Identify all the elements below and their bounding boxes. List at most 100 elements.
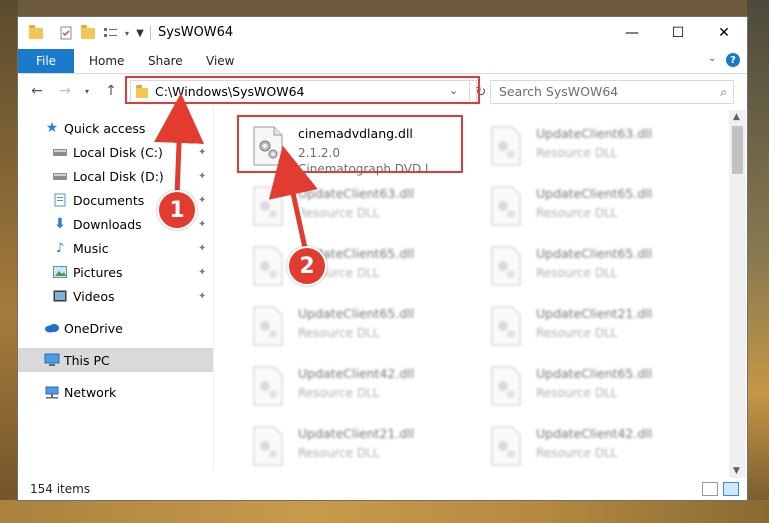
sidebar-item-music[interactable]: ♪ Music ✦	[18, 236, 213, 260]
computer-icon	[44, 352, 60, 368]
file-type: Resource DLL	[536, 326, 618, 340]
tab-file[interactable]: File	[18, 49, 74, 73]
dll-file-icon	[253, 426, 283, 466]
file-name: UpdateClient21.dll	[298, 426, 415, 441]
details-view-icon[interactable]	[702, 482, 718, 496]
maximize-button[interactable]: ☐	[655, 17, 701, 49]
file-type: Resource DLL	[298, 386, 380, 400]
scroll-up-icon[interactable]: ▲	[733, 112, 740, 122]
ribbon-tabs: File Home Share View ⌄ ?	[18, 49, 747, 74]
sidebar-item-pictures[interactable]: Pictures ✦	[18, 260, 213, 284]
sidebar-item-videos[interactable]: Videos ✦	[18, 284, 213, 308]
sidebar-item-label: OneDrive	[64, 320, 123, 336]
minimize-button[interactable]: —	[609, 17, 655, 49]
tab-share[interactable]: Share	[148, 49, 183, 73]
quick-access-toolbar-dropdown-icon[interactable]: ▼	[134, 25, 146, 41]
sidebar-item-quick-access[interactable]: ★ Quick access	[18, 116, 213, 140]
scroll-thumb[interactable]	[732, 126, 743, 174]
tiles-view-icon[interactable]	[723, 482, 739, 496]
forward-arrow-icon[interactable]: →	[56, 82, 74, 100]
file-item[interactable]: UpdateClient65.dll Resource DLL	[478, 178, 708, 234]
pin-icon[interactable]: ✦	[198, 171, 206, 182]
dll-file-icon	[491, 246, 521, 286]
dll-file-icon	[491, 126, 521, 166]
file-item[interactable]: UpdateClient63.dll Resource DLL	[240, 178, 470, 234]
sidebar-item-local-disk-d[interactable]: Local Disk (D:) ✦	[18, 164, 213, 188]
file-item[interactable]: UpdateClient63.dll Resource DLL	[478, 118, 708, 174]
sidebar-item-local-disk-c[interactable]: Local Disk (C:) ✦	[18, 140, 213, 164]
item-count: 154 items	[30, 482, 91, 496]
sidebar-item-label: Local Disk (C:)	[73, 144, 163, 160]
file-type: Resource DLL	[536, 386, 618, 400]
folder-icon	[28, 24, 44, 41]
step-2-callout: 2	[287, 246, 327, 286]
sidebar-item-label: Music	[73, 240, 109, 256]
file-item[interactable]: UpdateClient65.dll Resource DLL	[240, 238, 470, 294]
sidebar-item-label: Downloads	[73, 216, 142, 232]
pin-icon[interactable]: ✦	[198, 147, 206, 158]
explorer-window: ▾ ▼ SysWOW64 — ☐ ✕ File Home Share View …	[18, 17, 747, 500]
vertical-scrollbar[interactable]: ▲ ▼	[729, 110, 746, 480]
file-name: UpdateClient63.dll	[536, 126, 653, 141]
search-icon[interactable]: ⌕	[720, 85, 727, 100]
videos-icon	[52, 288, 68, 304]
file-type: Resource DLL	[536, 446, 618, 460]
pin-icon[interactable]: ✦	[198, 243, 206, 254]
tab-view[interactable]: View	[206, 49, 234, 73]
file-type: Resource DLL	[536, 266, 618, 280]
help-icon[interactable]: ?	[726, 53, 740, 67]
chevron-down-icon[interactable]: ▾	[122, 25, 132, 41]
tab-home[interactable]: Home	[89, 49, 124, 73]
file-item[interactable]: UpdateClient42.dll Resource DLL	[478, 418, 708, 470]
file-item[interactable]: UpdateClient21.dll Resource DLL	[240, 418, 470, 470]
scroll-down-icon[interactable]: ▼	[733, 466, 740, 476]
file-type: Resource DLL	[298, 206, 380, 220]
dll-file-icon	[491, 366, 521, 406]
file-name: UpdateClient65.dll	[536, 186, 653, 201]
sidebar-item-network[interactable]: Network	[18, 380, 213, 404]
drive-icon	[52, 168, 68, 184]
status-bar: 154 items	[18, 478, 747, 500]
title-bar: ▾ ▼ SysWOW64 — ☐ ✕	[18, 17, 747, 49]
file-item[interactable]: UpdateClient65.dll Resource DLL	[478, 358, 708, 414]
file-name: UpdateClient42.dll	[298, 366, 415, 381]
back-arrow-icon[interactable]: ←	[28, 82, 46, 100]
sidebar-item-this-pc[interactable]: This PC	[18, 348, 213, 372]
step-1-callout: 1	[157, 190, 197, 230]
dll-file-icon	[253, 306, 283, 346]
recent-locations-icon[interactable]: ▾	[78, 82, 96, 100]
sidebar-item-onedrive[interactable]: OneDrive	[18, 316, 213, 340]
file-type: Resource DLL	[536, 146, 618, 160]
pin-icon[interactable]: ✦	[198, 267, 206, 278]
close-button[interactable]: ✕	[701, 17, 747, 49]
pane-divider[interactable]	[213, 108, 214, 470]
sidebar-item-label: Pictures	[73, 264, 123, 280]
properties-icon[interactable]	[58, 25, 74, 41]
background-bottom	[0, 500, 769, 523]
customize-icon[interactable]	[102, 25, 120, 41]
window-title: SysWOW64	[158, 25, 234, 40]
file-item[interactable]: UpdateClient65.dll Resource DLL	[478, 238, 708, 294]
expand-ribbon-icon[interactable]: ⌄	[708, 53, 716, 64]
dll-file-icon	[253, 366, 283, 406]
file-type: Resource DLL	[298, 446, 380, 460]
pin-icon[interactable]: ✦	[198, 291, 206, 302]
search-input[interactable]: Search SysWOW64 ⌕	[490, 80, 734, 104]
address-highlight-box	[125, 76, 480, 104]
sidebar-item-label: Quick access	[64, 120, 146, 136]
file-highlight-box	[237, 115, 463, 173]
pin-icon[interactable]: ✦	[198, 195, 206, 206]
pin-icon[interactable]: ✦	[198, 219, 206, 230]
star-icon: ★	[45, 120, 59, 136]
music-icon: ♪	[55, 240, 65, 256]
new-folder-icon[interactable]	[80, 24, 96, 41]
dll-file-icon	[491, 306, 521, 346]
file-item[interactable]: UpdateClient42.dll Resource DLL	[240, 358, 470, 414]
up-arrow-icon[interactable]: ↑	[102, 82, 120, 100]
dll-file-icon	[491, 186, 521, 226]
file-item[interactable]: UpdateClient21.dll Resource DLL	[478, 298, 708, 354]
file-name: UpdateClient65.dll	[536, 246, 653, 261]
cloud-icon	[44, 320, 60, 336]
search-placeholder: Search SysWOW64	[499, 84, 619, 99]
file-item[interactable]: UpdateClient65.dll Resource DLL	[240, 298, 470, 354]
